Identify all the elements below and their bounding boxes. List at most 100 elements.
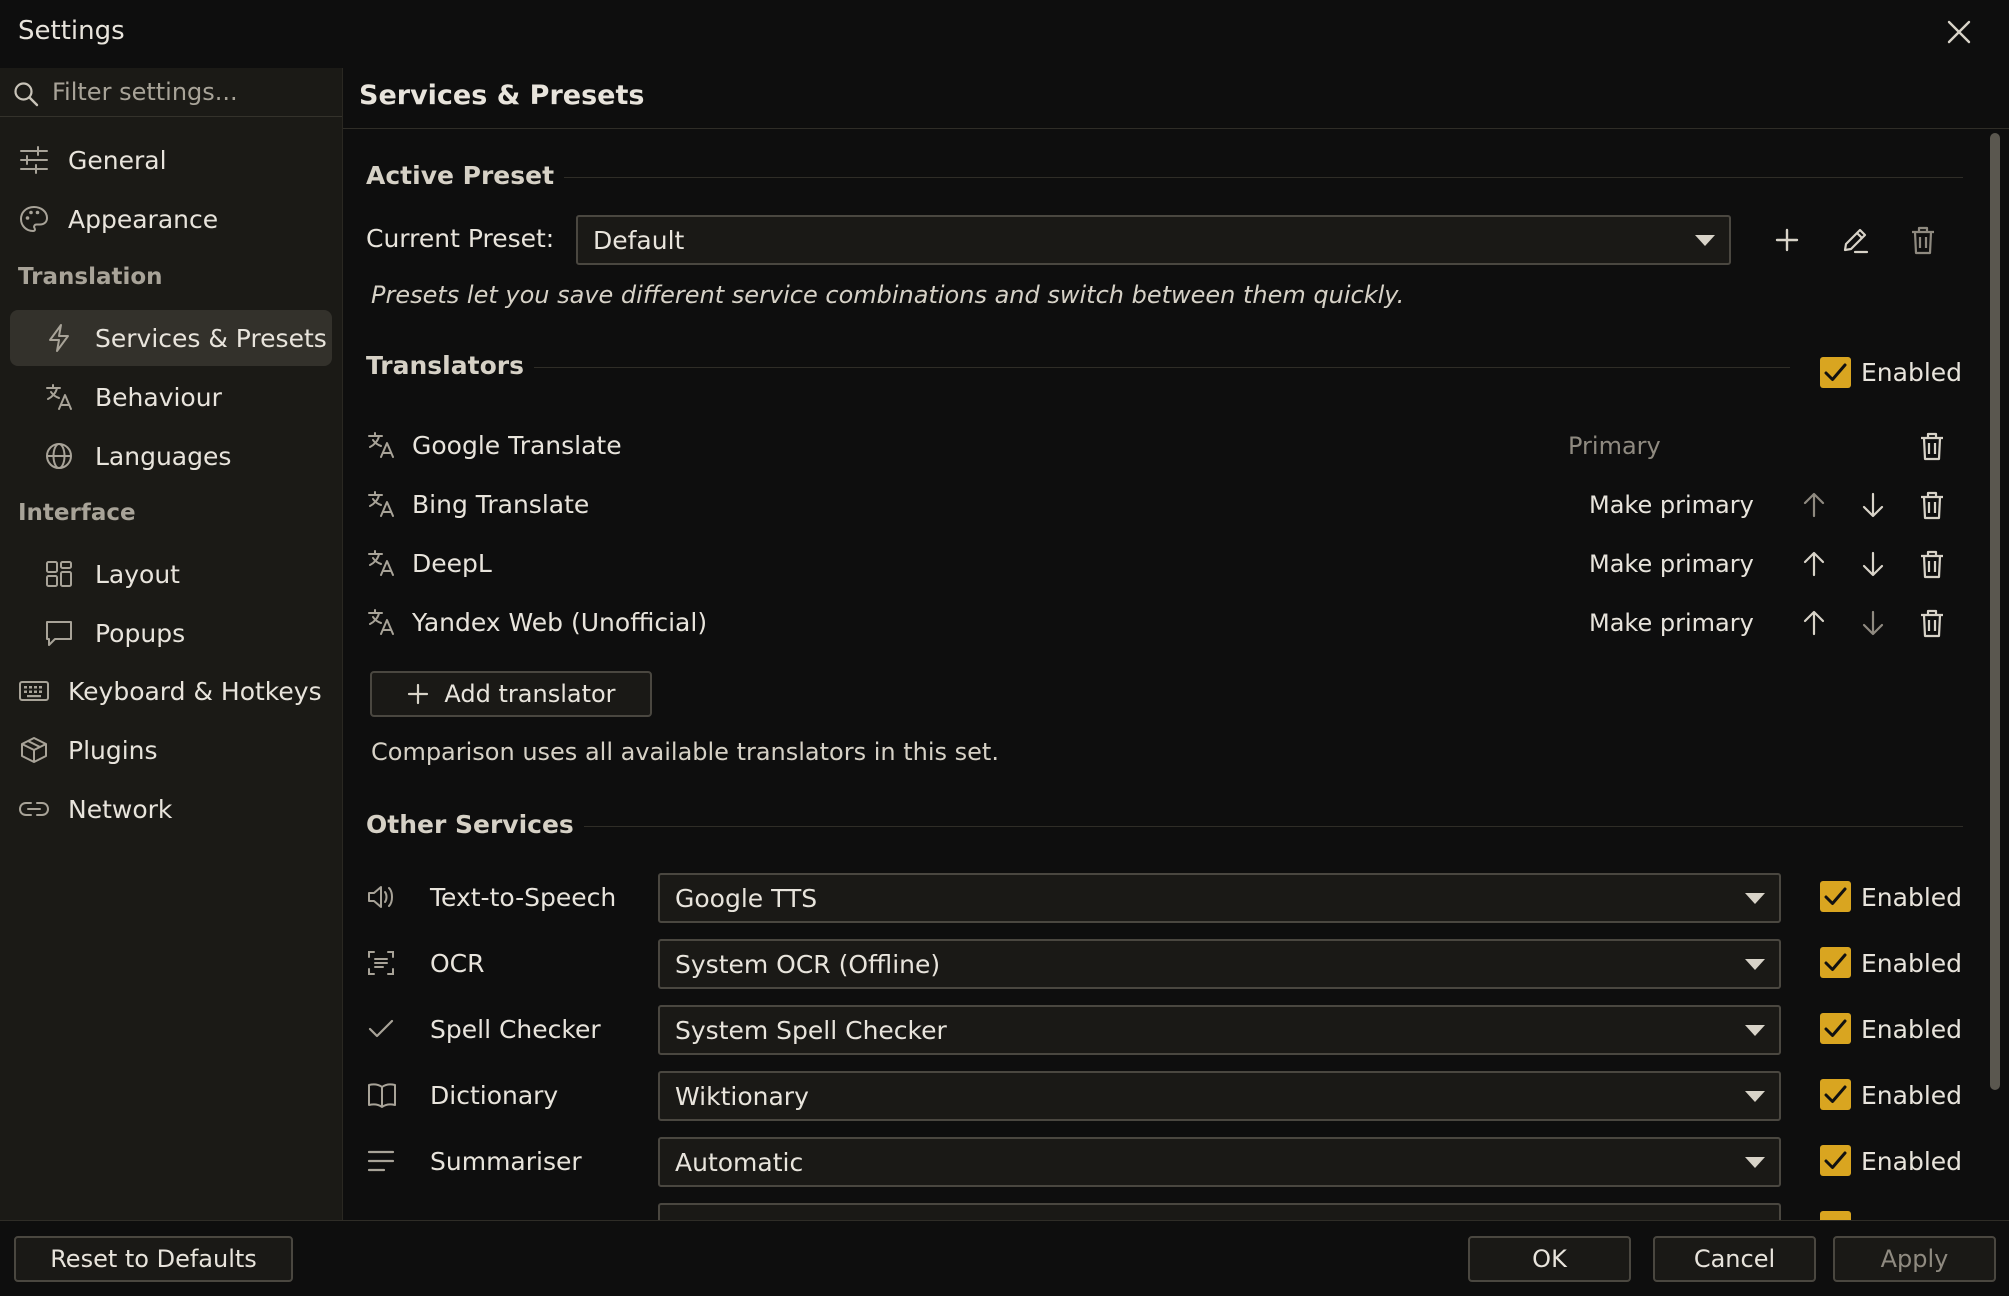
- dictionary-select[interactable]: Wiktionary: [658, 1071, 1781, 1121]
- delete-translator-button[interactable]: [1912, 426, 1952, 466]
- add-translator-button[interactable]: Add translator: [370, 671, 652, 717]
- section-title-active-preset: Active Preset: [366, 161, 565, 190]
- spell-checker-enabled-checkbox[interactable]: [1820, 1013, 1851, 1044]
- chevron-down-icon: [1745, 1091, 1765, 1102]
- close-button[interactable]: [1941, 14, 1977, 50]
- layout-icon: [44, 559, 74, 589]
- spell-checker-enabled-label: Enabled: [1861, 1015, 1963, 1044]
- apply-button[interactable]: Apply: [1833, 1236, 1996, 1282]
- sidebar-item-label: Appearance: [68, 204, 219, 234]
- window-title: Settings: [18, 16, 125, 46]
- delete-translator-button[interactable]: [1912, 603, 1952, 643]
- move-down-button[interactable]: [1853, 603, 1893, 643]
- sidebar-item-label: General: [68, 145, 167, 175]
- sidebar-item-label: Popups: [95, 618, 186, 648]
- checkmark-icon: [1824, 887, 1847, 905]
- ocr-select-value: System OCR (Offline): [675, 950, 941, 979]
- section-divider: [366, 177, 1963, 178]
- checkmark-icon: [1824, 1019, 1847, 1037]
- preset-hint: Presets let you save different service c…: [371, 281, 1405, 309]
- section-divider: [366, 826, 1963, 827]
- chevron-down-icon: [1745, 959, 1765, 970]
- reset-to-defaults-button[interactable]: Reset to Defaults: [14, 1236, 293, 1282]
- delete-translator-button[interactable]: [1912, 544, 1952, 584]
- footer: Reset to Defaults OK Cancel Apply: [0, 1220, 2009, 1296]
- plus-icon: [408, 683, 429, 705]
- title-bar: Settings: [0, 0, 2009, 68]
- summariser-enabled-label: Enabled: [1861, 1147, 1963, 1176]
- preset-select-value: Default: [593, 226, 685, 255]
- chevron-down-icon: [1745, 1157, 1765, 1168]
- sidebar-item-appearance[interactable]: Appearance: [10, 191, 332, 247]
- sidebar-item-label: Keyboard & Hotkeys: [68, 676, 322, 706]
- translator-name: Google Translate: [412, 431, 622, 460]
- ocr-enabled-label: Enabled: [1861, 949, 1963, 978]
- tts-select[interactable]: Google TTS: [658, 873, 1781, 923]
- ok-button[interactable]: OK: [1468, 1236, 1631, 1282]
- search-box: [0, 68, 342, 117]
- move-down-button[interactable]: [1853, 485, 1893, 525]
- sidebar-item-network[interactable]: Network: [10, 781, 332, 837]
- sidebar-item-services-presets[interactable]: Services & Presets: [10, 310, 332, 366]
- tts-enabled-label: Enabled: [1861, 883, 1963, 912]
- move-up-button[interactable]: [1794, 603, 1834, 643]
- trash-icon: [1921, 609, 1943, 638]
- section-title-translators: Translators: [366, 351, 534, 380]
- title-divider: [343, 128, 2009, 129]
- translator-name: Bing Translate: [412, 490, 590, 519]
- spell-checker-select-value: System Spell Checker: [675, 1016, 947, 1045]
- current-preset-label: Current Preset:: [366, 224, 555, 253]
- sidebar-item-behaviour[interactable]: Behaviour: [10, 369, 332, 425]
- chevron-down-icon: [1745, 1025, 1765, 1036]
- translator-name: DeepL: [412, 549, 492, 578]
- arrow-up-icon: [1803, 551, 1825, 577]
- cancel-button[interactable]: Cancel: [1653, 1236, 1816, 1282]
- spell-checker-select[interactable]: System Spell Checker: [658, 1005, 1781, 1055]
- sidebar-item-plugins[interactable]: Plugins: [10, 722, 332, 778]
- chevron-down-icon: [1745, 893, 1765, 904]
- sidebar-item-label: Languages: [95, 441, 232, 471]
- edit-preset-button[interactable]: [1835, 220, 1875, 260]
- sliders-icon: [18, 145, 50, 175]
- palette-icon: [18, 204, 50, 234]
- package-icon: [18, 735, 50, 765]
- summariser-select-value: Automatic: [675, 1148, 804, 1177]
- page-title: Services & Presets: [359, 80, 645, 111]
- translators-enabled-checkbox[interactable]: [1820, 357, 1851, 388]
- move-up-button[interactable]: [1794, 485, 1834, 525]
- sidebar-item-label: Layout: [95, 559, 180, 589]
- chat-bubble-icon: [44, 618, 74, 648]
- delete-translator-button[interactable]: [1912, 485, 1952, 525]
- delete-preset-button[interactable]: [1903, 220, 1943, 260]
- sidebar-item-label: Plugins: [68, 735, 158, 765]
- move-up-button[interactable]: [1794, 544, 1834, 584]
- checkmark-icon: [1824, 953, 1847, 971]
- dictionary-enabled-checkbox[interactable]: [1820, 1079, 1851, 1110]
- preset-select[interactable]: Default: [576, 215, 1731, 265]
- sidebar-item-layout[interactable]: Layout: [10, 546, 332, 602]
- search-input[interactable]: [52, 76, 332, 108]
- summariser-enabled-checkbox[interactable]: [1820, 1145, 1851, 1176]
- service-label: Summariser: [430, 1147, 582, 1176]
- add-preset-button[interactable]: [1767, 220, 1807, 260]
- sidebar-item-languages[interactable]: Languages: [10, 428, 332, 484]
- arrow-down-icon: [1862, 610, 1884, 636]
- sidebar-item-popups[interactable]: Popups: [10, 605, 332, 661]
- scrollbar[interactable]: [1990, 133, 2000, 1090]
- primary-badge: Primary: [1568, 432, 1661, 460]
- make-primary-button[interactable]: Make primary: [1589, 609, 1754, 637]
- service-label: Dictionary: [430, 1081, 559, 1110]
- checkmark-icon: [1824, 1151, 1847, 1169]
- move-down-button[interactable]: [1853, 544, 1893, 584]
- service-label: OCR: [430, 949, 485, 978]
- make-primary-button[interactable]: Make primary: [1589, 491, 1754, 519]
- section-title-other-services: Other Services: [366, 810, 584, 839]
- sidebar-item-general[interactable]: General: [10, 132, 332, 188]
- make-primary-button[interactable]: Make primary: [1589, 550, 1754, 578]
- tts-enabled-checkbox[interactable]: [1820, 881, 1851, 912]
- service-label: Text-to-Speech: [430, 883, 617, 912]
- summariser-select[interactable]: Automatic: [658, 1137, 1781, 1187]
- sidebar-item-keyboard-hotkeys[interactable]: Keyboard & Hotkeys: [10, 663, 332, 719]
- ocr-select[interactable]: System OCR (Offline): [658, 939, 1781, 989]
- ocr-enabled-checkbox[interactable]: [1820, 947, 1851, 978]
